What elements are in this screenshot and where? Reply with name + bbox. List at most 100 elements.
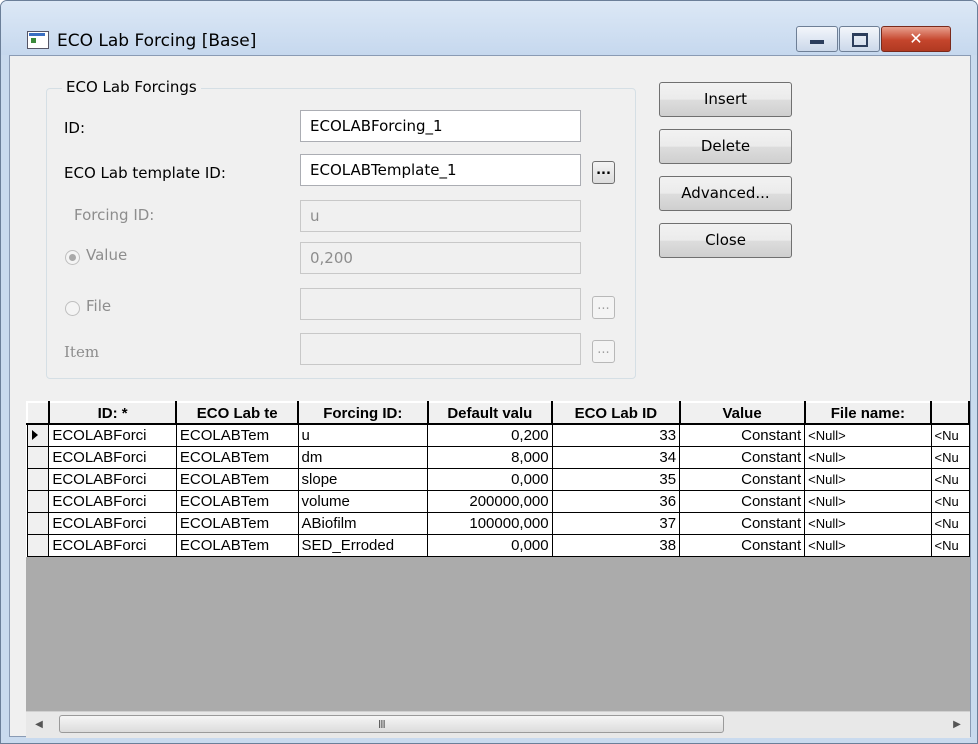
column-header[interactable]: Default valu	[426, 401, 554, 425]
item-input[interactable]	[300, 333, 581, 365]
cell[interactable]: <Null>	[804, 511, 932, 535]
cell[interactable]: ECOLABTem	[175, 423, 299, 447]
cell[interactable]: Constant	[679, 533, 806, 557]
minimize-button[interactable]	[796, 26, 838, 52]
title-bar[interactable]: ECO Lab Forcing [Base] ✕	[1, 1, 977, 55]
close-button[interactable]: Close	[659, 223, 792, 258]
cell[interactable]: slope	[297, 467, 429, 491]
cell[interactable]: ECOLABForci	[48, 445, 177, 469]
cell[interactable]: ECOLABForci	[48, 467, 177, 491]
cell[interactable]: <Nu	[930, 467, 970, 491]
value-radio[interactable]	[65, 250, 80, 265]
cell[interactable]: 38	[551, 533, 681, 557]
cell[interactable]: 35	[551, 467, 681, 491]
cell[interactable]: ECOLABForci	[48, 533, 177, 557]
cell[interactable]: ECOLABTem	[175, 511, 299, 535]
scroll-right-icon[interactable]: ▶	[944, 712, 970, 738]
cell[interactable]: <Null>	[804, 423, 932, 447]
column-header[interactable]	[930, 401, 970, 425]
column-header[interactable]: File name:	[803, 401, 933, 425]
horizontal-scrollbar[interactable]: ◀ III ▶	[26, 711, 970, 738]
table-row[interactable]: ECOLABForci ECOLABTem slope 0,000 35 Con…	[26, 467, 970, 491]
cell[interactable]: 200000,000	[427, 489, 553, 513]
cell[interactable]: <Nu	[930, 423, 970, 447]
close-window-button[interactable]: ✕	[881, 26, 951, 52]
cell[interactable]: <Null>	[804, 445, 932, 469]
cell[interactable]: Constant	[679, 445, 806, 469]
maximize-button[interactable]	[839, 26, 880, 52]
value-input[interactable]: 0,200	[300, 242, 581, 274]
delete-button[interactable]: Delete	[659, 129, 792, 164]
cell[interactable]: 8,000	[427, 445, 553, 469]
id-label: ID:	[64, 119, 86, 137]
scroll-thumb[interactable]: III	[59, 715, 724, 733]
cell[interactable]: ECOLABTem	[175, 533, 299, 557]
cell[interactable]: 33	[551, 423, 681, 447]
row-selector[interactable]	[26, 533, 50, 557]
item-browse-button[interactable]: ...	[592, 340, 615, 363]
forcing-id-input[interactable]: u	[300, 200, 581, 232]
cell[interactable]: ECOLABForci	[48, 423, 177, 447]
column-header[interactable]: ECO Lab ID	[551, 401, 681, 425]
file-radio-label: File	[86, 297, 112, 315]
column-header[interactable]: ID: *	[47, 401, 178, 425]
column-header[interactable]: ECO Lab te	[175, 401, 300, 425]
row-selector[interactable]	[26, 445, 50, 469]
column-header[interactable]: Value	[678, 401, 806, 425]
column-header[interactable]: Forcing ID:	[297, 401, 429, 425]
cell[interactable]: Constant	[679, 489, 806, 513]
cell[interactable]: <Nu	[930, 445, 970, 469]
cell[interactable]: 0,000	[427, 467, 553, 491]
maximize-icon	[852, 33, 868, 47]
cell[interactable]: 0,200	[427, 423, 553, 447]
file-radio[interactable]	[65, 301, 80, 316]
dialog-window-icon	[27, 31, 49, 49]
cell[interactable]: ECOLABForci	[48, 511, 177, 535]
cell[interactable]: ECOLABForci	[48, 489, 177, 513]
table-row[interactable]: ECOLABForci ECOLABTem dm 8,000 34 Consta…	[26, 445, 970, 469]
row-selector[interactable]	[26, 511, 50, 535]
cell[interactable]: ABiofilm	[297, 511, 429, 535]
template-browse-button[interactable]: ...	[592, 161, 615, 184]
table-row[interactable]: ECOLABForci ECOLABTem u 0,200 33 Constan…	[26, 423, 970, 447]
cell[interactable]: 0,000	[427, 533, 553, 557]
table-header-row: ID: * ECO Lab te Forcing ID: Default val…	[26, 401, 970, 425]
row-selector[interactable]	[26, 467, 50, 491]
file-browse-button[interactable]: ...	[592, 296, 615, 319]
cell[interactable]: ECOLABTem	[175, 467, 299, 491]
cell[interactable]: Constant	[679, 423, 806, 447]
cell[interactable]: Constant	[679, 467, 806, 491]
insert-button[interactable]: Insert	[659, 82, 792, 117]
group-title: ECO Lab Forcings	[62, 78, 201, 96]
cell[interactable]: 37	[551, 511, 681, 535]
file-input[interactable]	[300, 288, 581, 320]
cell[interactable]: 36	[551, 489, 681, 513]
forcings-grid[interactable]: ID: * ECO Lab te Forcing ID: Default val…	[26, 401, 970, 736]
cell[interactable]: u	[297, 423, 429, 447]
cell[interactable]: <Nu	[930, 511, 970, 535]
cell[interactable]: ECOLABTem	[175, 445, 299, 469]
cell[interactable]: 34	[551, 445, 681, 469]
cell[interactable]: <Null>	[804, 489, 932, 513]
cell[interactable]: 100000,000	[427, 511, 553, 535]
table-row[interactable]: ECOLABForci ECOLABTem volume 200000,000 …	[26, 489, 970, 513]
cell[interactable]: volume	[297, 489, 429, 513]
template-id-input[interactable]: ECOLABTemplate_1	[300, 154, 581, 186]
cell[interactable]: dm	[297, 445, 429, 469]
row-selector[interactable]	[26, 423, 50, 447]
table-row[interactable]: ECOLABForci ECOLABTem ABiofilm 100000,00…	[26, 511, 970, 535]
table-row[interactable]: ECOLABForci ECOLABTem SED_Erroded 0,000 …	[26, 533, 970, 557]
scroll-left-icon[interactable]: ◀	[26, 712, 52, 738]
dialog-client-area: ECO Lab Forcings ID: ECOLABForcing_1 ECO…	[9, 55, 971, 738]
advanced-button[interactable]: Advanced...	[659, 176, 792, 211]
cell[interactable]: SED_Erroded	[297, 533, 429, 557]
template-id-label: ECO Lab template ID:	[64, 164, 226, 182]
cell[interactable]: <Null>	[804, 533, 932, 557]
id-input[interactable]: ECOLABForcing_1	[300, 110, 581, 142]
cell[interactable]: <Nu	[930, 533, 970, 557]
cell[interactable]: <Null>	[804, 467, 932, 491]
cell[interactable]: ECOLABTem	[175, 489, 299, 513]
cell[interactable]: Constant	[679, 511, 806, 535]
row-selector[interactable]	[26, 489, 50, 513]
cell[interactable]: <Nu	[930, 489, 970, 513]
